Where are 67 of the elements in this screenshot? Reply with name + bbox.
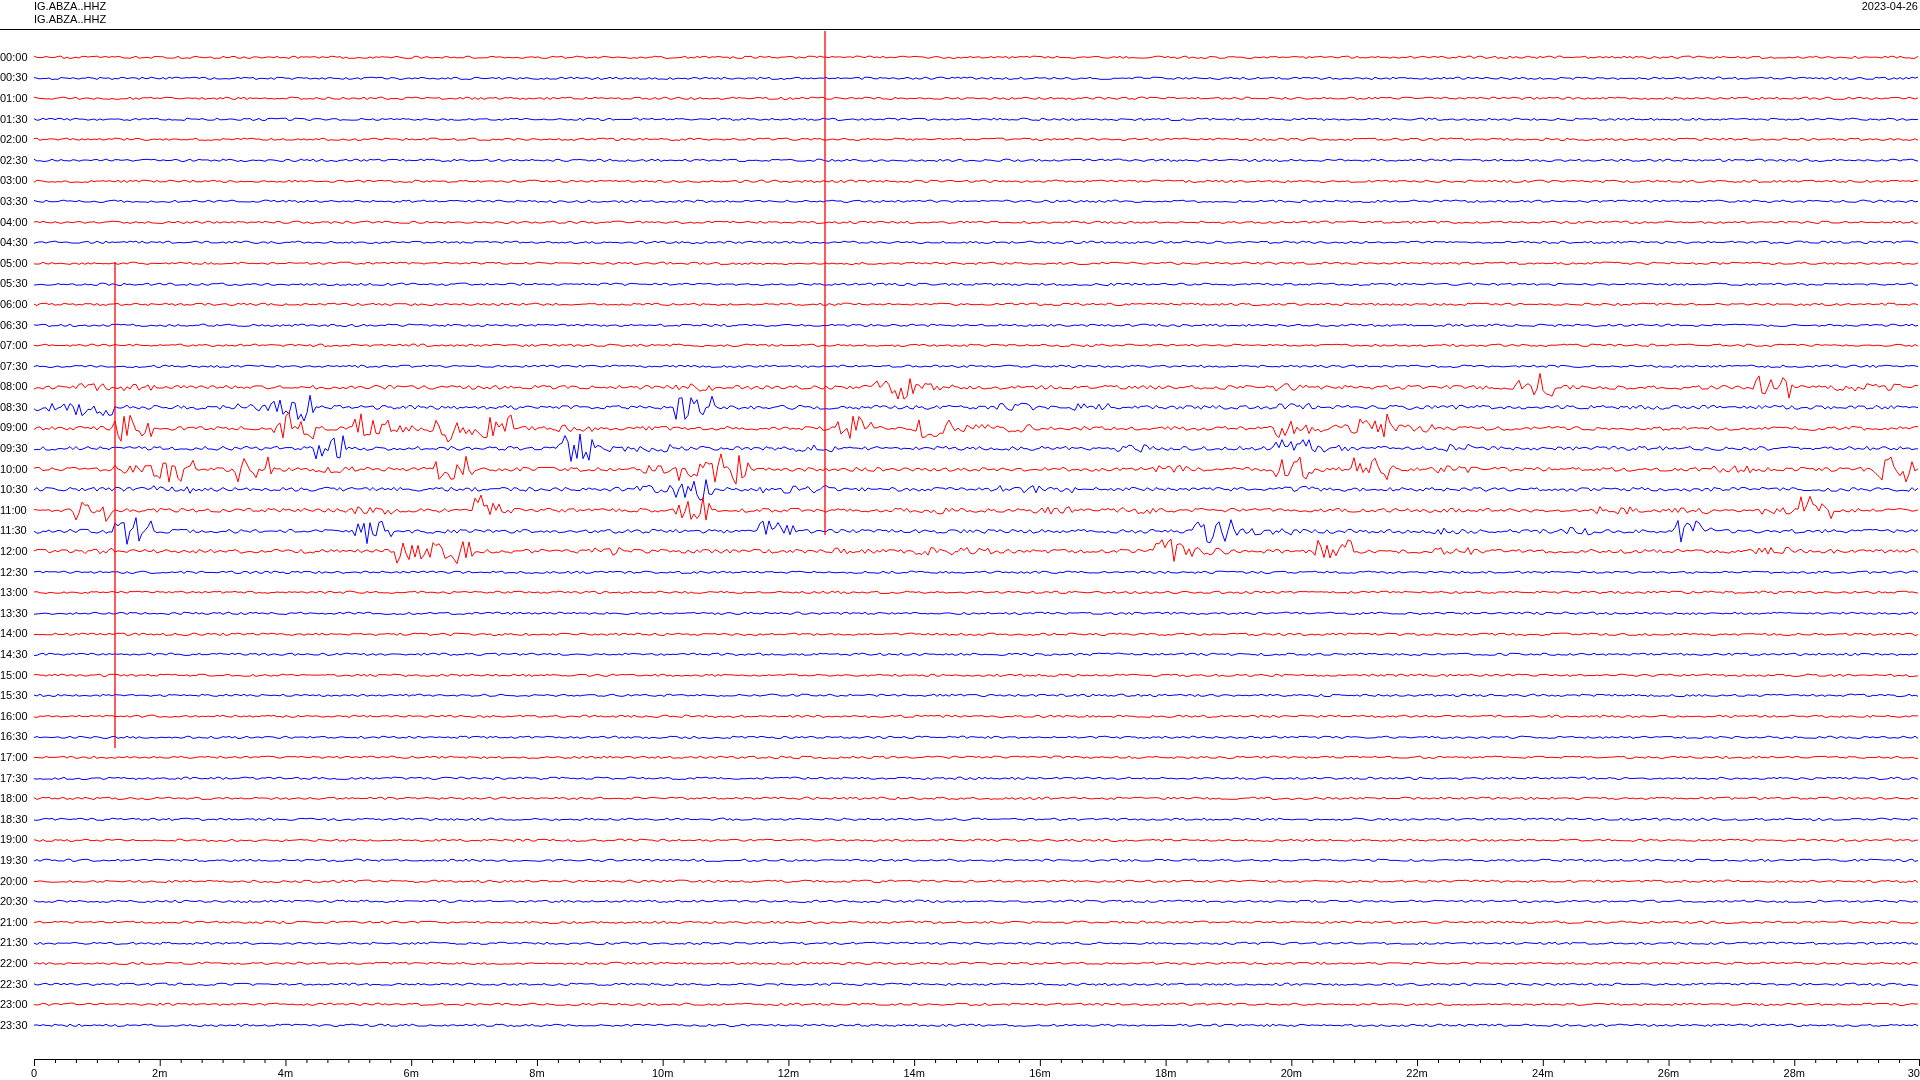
time-label: 15:00 (0, 669, 29, 681)
time-label: 18:30 (0, 813, 29, 825)
axis-tick-label: 4m (277, 1067, 294, 1079)
time-label: 11:30 (0, 525, 28, 537)
time-label: 12:30 (0, 566, 29, 578)
time-label: 13:30 (0, 607, 29, 619)
time-label: 06:30 (0, 319, 29, 331)
time-label: 08:00 (0, 381, 29, 393)
axis-tick-label: 24m (1532, 1067, 1554, 1079)
axis-tick-label: 20m (1280, 1067, 1303, 1079)
time-label: 00:00 (0, 51, 29, 63)
axis-tick-label: 18m (1154, 1067, 1177, 1079)
time-label: 02:30 (0, 154, 29, 166)
time-label: 18:00 (0, 793, 29, 805)
time-label: 10:00 (0, 463, 29, 475)
time-label: 14:00 (0, 628, 29, 640)
time-label: 19:00 (0, 834, 29, 846)
channel-label: IG.ABZA..HHZ (34, 13, 107, 26)
date-label: 2023-04-26 (1861, 0, 1918, 12)
time-label: 22:30 (0, 978, 29, 990)
time-label: 10:30 (0, 484, 29, 496)
time-label: 03:30 (0, 195, 29, 207)
time-label: 16:30 (0, 731, 29, 743)
time-label: 05:00 (0, 257, 29, 269)
time-label: 04:30 (0, 237, 29, 249)
axis-tick-label: 14m (903, 1067, 925, 1079)
axis-tick-label: 22m (1406, 1067, 1428, 1079)
time-label: 02:00 (0, 134, 29, 146)
time-label: 12:00 (0, 546, 29, 558)
axis-tick-label: 6m (403, 1067, 419, 1079)
time-label: 07:00 (0, 340, 29, 352)
axis-tick-label: 10m (651, 1067, 674, 1079)
axis-tick-label: 28m (1783, 1067, 1805, 1079)
time-label: 03:00 (0, 175, 29, 187)
channel-label: IG.ABZA..HHZ (34, 0, 107, 13)
time-label: 08:30 (0, 401, 29, 413)
time-label: 17:00 (0, 752, 29, 763)
time-label: 01:00 (0, 93, 29, 104)
time-label: 20:30 (0, 896, 29, 908)
time-label: 21:00 (0, 916, 29, 928)
time-label: 21:30 (0, 937, 29, 949)
time-label: 13:00 (0, 587, 29, 599)
axis-tick-label: 26m (1657, 1067, 1680, 1079)
axis-tick-label: 2m (152, 1067, 168, 1079)
time-label: 05:30 (0, 278, 29, 290)
time-label: 09:00 (0, 422, 29, 434)
time-label: 09:30 (0, 443, 29, 455)
time-label: 23:30 (0, 1019, 29, 1031)
axis-tick-label: 0 (30, 1067, 38, 1079)
time-label: 14:30 (0, 649, 29, 660)
time-label: 17:30 (0, 772, 29, 784)
time-label: 01:30 (0, 113, 29, 125)
time-label: 11:00 (0, 504, 28, 516)
time-label: 22:00 (0, 957, 29, 969)
time-label: 07:30 (0, 360, 29, 372)
axis-tick-label: 16m (1029, 1067, 1051, 1079)
axis-tick-label: 12m (777, 1067, 800, 1079)
time-label: 00:30 (0, 72, 29, 84)
time-label: 16:00 (0, 710, 29, 722)
axis-tick-label: 8m (529, 1067, 545, 1079)
time-label: 06:00 (0, 298, 29, 310)
time-label: 15:30 (0, 690, 29, 702)
axis-tick-label: 30 (1907, 1067, 1920, 1079)
time-label: 04:00 (0, 216, 29, 228)
time-label: 23:00 (0, 999, 29, 1011)
time-label: 20:00 (0, 875, 29, 887)
time-label: 19:30 (0, 854, 29, 866)
